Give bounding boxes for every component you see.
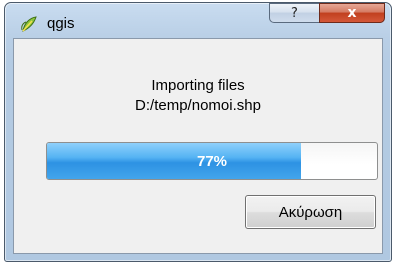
- help-icon: ?: [291, 5, 298, 21]
- progress-percent: 77%: [196, 152, 228, 170]
- cancel-button[interactable]: Ακύρωση: [245, 195, 376, 229]
- progress-dialog-window: qgis ? x Importing files D:/temp/nomoi.s…: [4, 2, 392, 262]
- window-title: qgis: [47, 15, 75, 32]
- close-icon: x: [347, 5, 357, 21]
- help-button[interactable]: ?: [269, 3, 319, 23]
- dialog-body: Importing files D:/temp/nomoi.shp 77% Ακ…: [13, 38, 383, 254]
- close-button[interactable]: x: [319, 3, 385, 23]
- title-bar[interactable]: qgis ? x: [5, 3, 391, 37]
- qgis-leaf-icon: [20, 15, 38, 33]
- progress-bar: 77%: [46, 142, 378, 180]
- caption-buttons: ? x: [269, 3, 385, 23]
- file-path-label: D:/temp/nomoi.shp: [135, 97, 261, 114]
- status-message: Importing files: [151, 77, 245, 94]
